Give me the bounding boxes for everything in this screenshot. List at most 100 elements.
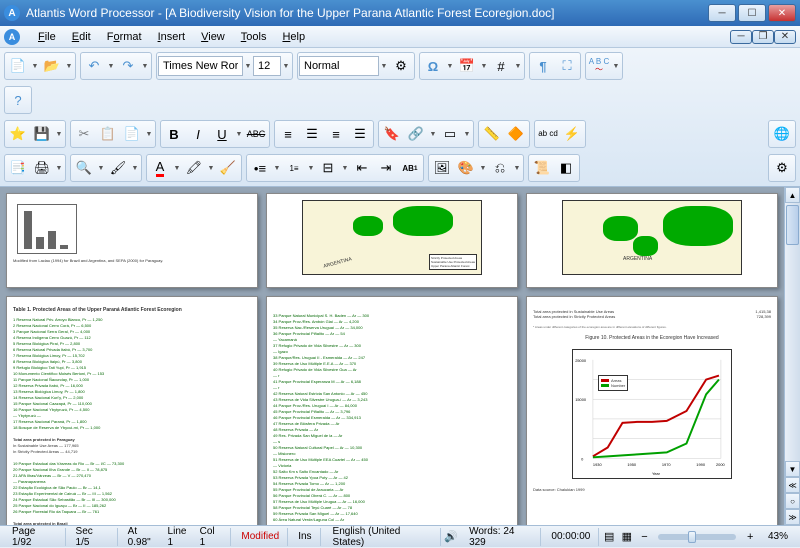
status-wordcount[interactable]: Words: 24 329 — [461, 528, 541, 546]
new-dropdown[interactable]: ▼ — [30, 63, 40, 70]
style-dropdown[interactable]: ▼ — [379, 63, 389, 70]
sort-button[interactable]: AB1 — [398, 156, 422, 180]
strike-button[interactable]: ABC — [244, 122, 268, 146]
highlight-button[interactable]: 🖍 — [182, 156, 206, 180]
pilcrow-button[interactable]: ¶ — [531, 54, 555, 78]
erase-format-button[interactable]: 🧹 — [216, 156, 240, 180]
ca-dd[interactable]: ▼ — [478, 165, 488, 172]
clipart-button[interactable]: 🎨 — [454, 156, 478, 180]
break-button[interactable]: ⎌ — [488, 156, 512, 180]
page-thumbnail[interactable]: ARGENTINA — [526, 193, 778, 288]
ml-dd[interactable]: ▼ — [340, 165, 350, 172]
date-dropdown[interactable]: ▼ — [479, 63, 489, 70]
page-thumbnail[interactable]: Table 1. Protected Areas of the Upper Pa… — [6, 296, 258, 525]
status-page[interactable]: Page 1/92 — [4, 528, 66, 546]
page-number-button[interactable]: # — [489, 54, 513, 78]
multilevel-button[interactable]: ⊟ — [316, 156, 340, 180]
mdi-restore-button[interactable]: ❐ — [752, 30, 774, 44]
paste-button[interactable]: 📄 — [120, 122, 144, 146]
bul-dd[interactable]: ▼ — [272, 165, 282, 172]
link-dd[interactable]: ▼ — [428, 131, 438, 138]
print-button[interactable]: 🖨 — [30, 156, 54, 180]
field-button[interactable]: ▭ — [438, 122, 462, 146]
next-page-button[interactable]: ≫ — [785, 509, 800, 525]
favorite-button[interactable]: ⭐ — [6, 122, 30, 146]
globe-button[interactable]: 🌐 — [770, 122, 794, 146]
status-section[interactable]: Sec 1/5 — [68, 528, 118, 546]
align-right-button[interactable]: ≡ — [324, 122, 348, 146]
font-name-dropdown[interactable]: ▼ — [243, 63, 253, 70]
close-button[interactable]: ✕ — [768, 4, 796, 22]
open-dropdown[interactable]: ▼ — [64, 63, 74, 70]
picture-button[interactable]: 🖼 — [430, 156, 454, 180]
fp-dd[interactable]: ▼ — [130, 165, 140, 172]
redo-dropdown[interactable]: ▼ — [140, 63, 150, 70]
cut-button[interactable]: ✂ — [72, 122, 96, 146]
page-thumbnail[interactable]: ARGENTINA Strictly Protected Areas Susta… — [266, 193, 518, 288]
status-insert-mode[interactable]: Ins — [290, 528, 320, 546]
underline-dropdown[interactable]: ▼ — [234, 131, 244, 138]
mdi-minimize-button[interactable]: ─ — [730, 30, 752, 44]
section-button[interactable]: ◧ — [554, 156, 578, 180]
menu-tools[interactable]: Tools — [233, 29, 275, 45]
copy-button[interactable]: 📋 — [96, 122, 120, 146]
style-options-button[interactable]: ⚙ — [389, 54, 413, 78]
bullets-button[interactable]: •≡ — [248, 156, 272, 180]
field-dd[interactable]: ▼ — [462, 131, 472, 138]
font-size-dropdown[interactable]: ▼ — [281, 63, 291, 70]
italic-button[interactable]: I — [186, 122, 210, 146]
indent-button[interactable]: ⇥ — [374, 156, 398, 180]
zoom-out-button[interactable]: − — [637, 529, 653, 545]
page-thumbnail[interactable]: Total area protected in Sustainable Use … — [526, 296, 778, 525]
status-position[interactable]: At 0.98" Line 1 Col 1 — [120, 528, 232, 546]
undo-dropdown[interactable]: ▼ — [106, 63, 116, 70]
new-button[interactable]: 📄 — [6, 54, 30, 78]
open-button[interactable]: 📂 — [40, 54, 64, 78]
fc-dd[interactable]: ▼ — [172, 165, 182, 172]
num-dd[interactable]: ▼ — [306, 165, 316, 172]
hl-dd[interactable]: ▼ — [206, 165, 216, 172]
toc-button[interactable]: 📜 — [530, 156, 554, 180]
bold-button[interactable]: B — [162, 122, 186, 146]
find-button[interactable]: 🔍 — [72, 156, 96, 180]
date-button[interactable]: 📅 — [455, 54, 479, 78]
colors-button[interactable]: 🔶 — [504, 122, 528, 146]
font-color-button[interactable]: A — [148, 156, 172, 180]
scroll-down-button[interactable]: ▼ — [785, 461, 800, 477]
style-combo[interactable] — [299, 56, 379, 76]
find-dd[interactable]: ▼ — [96, 165, 106, 172]
redo-button[interactable]: ↷ — [116, 54, 140, 78]
replace-button[interactable]: ab cd — [536, 122, 560, 146]
pagenum-dropdown[interactable]: ▼ — [513, 63, 523, 70]
scroll-up-button[interactable]: ▲ — [785, 187, 800, 203]
br-dd[interactable]: ▼ — [512, 165, 522, 172]
zoom-slider-thumb[interactable] — [688, 531, 696, 543]
outdent-button[interactable]: ⇤ — [350, 156, 374, 180]
sound-icon[interactable]: 🔊 — [443, 529, 459, 545]
font-size-combo[interactable] — [253, 56, 281, 76]
menu-edit[interactable]: Edit — [64, 29, 99, 45]
align-center-button[interactable]: ☰ — [300, 122, 324, 146]
symbol-dropdown[interactable]: ▼ — [445, 63, 455, 70]
prev-page-button[interactable]: ≪ — [785, 477, 800, 493]
flash-button[interactable]: ⚡ — [560, 122, 584, 146]
bookmark-button[interactable]: 🔖 — [380, 122, 404, 146]
ruler-button[interactable]: 📏 — [480, 122, 504, 146]
align-left-button[interactable]: ≡ — [276, 122, 300, 146]
spellcheck-button[interactable]: A B C～ — [587, 54, 611, 78]
print-dd[interactable]: ▼ — [54, 165, 64, 172]
status-language[interactable]: English (United States) — [325, 528, 442, 546]
menu-file[interactable]: File — [30, 29, 64, 45]
scroll-track[interactable] — [785, 203, 800, 461]
fullscreen-button[interactable]: ⛶ — [555, 54, 579, 78]
minimize-button[interactable]: ─ — [708, 4, 736, 22]
page-thumbnail[interactable]: 33 Parque Natural Municipal S. H. Baden … — [266, 296, 518, 525]
view-print-icon[interactable]: ▦ — [619, 529, 635, 545]
zoom-in-button[interactable]: + — [742, 529, 758, 545]
format-painter-button[interactable]: 🖌 — [106, 156, 130, 180]
save-button[interactable]: 💾 — [30, 122, 54, 146]
maximize-button[interactable]: ☐ — [738, 4, 766, 22]
paste-dropdown[interactable]: ▼ — [144, 131, 154, 138]
mdi-close-button[interactable]: ✕ — [774, 30, 796, 44]
app-menu-icon[interactable]: A — [4, 29, 20, 45]
